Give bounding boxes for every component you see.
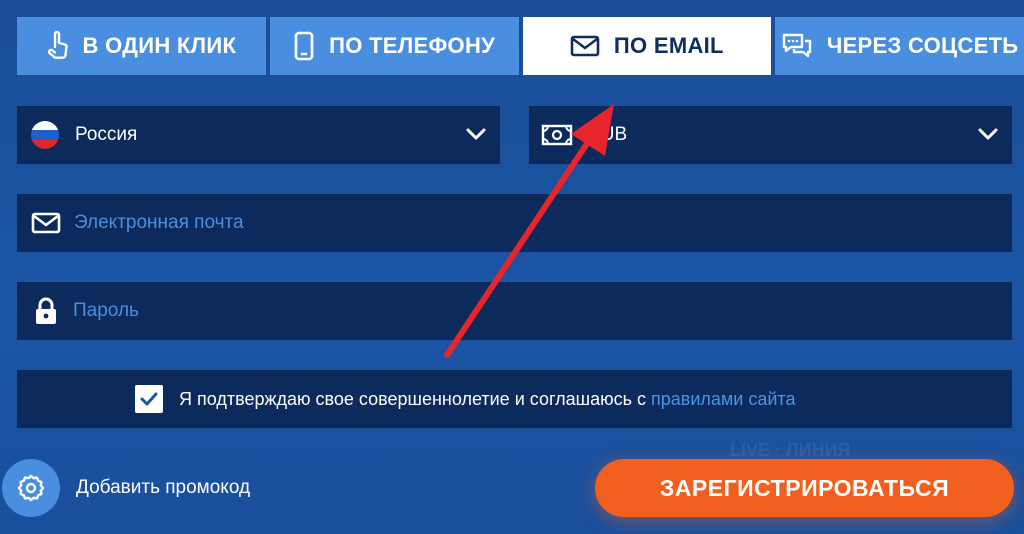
- agree-statement: Я подтверждаю свое совершеннолетие и сог…: [179, 388, 646, 409]
- hand-pointer-icon: [47, 31, 69, 61]
- tab-label: В ОДИН КЛИК: [82, 33, 237, 58]
- background-text: LIVE · ЛИНИЯ: [730, 440, 851, 460]
- agreement-row: Я подтверждаю свое совершеннолетие и сог…: [17, 370, 1012, 428]
- currency-select[interactable]: RUB: [529, 106, 1012, 164]
- tab-label: ПО EMAIL: [613, 33, 724, 58]
- chevron-down-icon: [466, 124, 486, 146]
- lock-icon: [34, 296, 58, 326]
- currency-value: RUB: [587, 124, 628, 145]
- promo-label: Добавить промокод: [76, 477, 251, 498]
- russia-flag-icon: [30, 120, 60, 150]
- banknote-icon: [541, 123, 573, 147]
- annotation-arrow: [444, 104, 614, 358]
- register-button[interactable]: ЗАРЕГИСТРИРОВАТЬСЯ: [595, 459, 1014, 517]
- tab-email[interactable]: ПО EMAIL: [522, 17, 772, 75]
- email-placeholder: Электронная почта: [74, 212, 244, 233]
- chevron-down-icon: [978, 124, 998, 146]
- email-field[interactable]: Электронная почта: [17, 194, 1012, 252]
- gear-icon: [2, 459, 60, 517]
- tab-phone[interactable]: ПО ТЕЛЕФОНУ: [269, 17, 519, 75]
- phone-icon: [293, 31, 315, 61]
- password-placeholder: Пароль: [73, 300, 139, 321]
- agree-checkbox[interactable]: [135, 385, 163, 413]
- agree-text: Я подтверждаю свое совершеннолетие и сог…: [179, 389, 795, 410]
- registration-tabs: В ОДИН КЛИК ПО ТЕЛЕФОНУ ПО EMAIL ЧЕРЕЗ С…: [17, 17, 1024, 75]
- tab-label: ПО ТЕЛЕФОНУ: [329, 33, 496, 58]
- country-value: Россия: [75, 124, 138, 145]
- tab-social[interactable]: ЧЕРЕЗ СОЦСЕТЬ: [775, 17, 1024, 75]
- checkmark-icon: [140, 392, 158, 406]
- password-field[interactable]: Пароль: [17, 282, 1012, 340]
- tab-label: ЧЕРЕЗ СОЦСЕТЬ: [826, 33, 1019, 58]
- tab-one-click[interactable]: В ОДИН КЛИК: [17, 17, 266, 75]
- envelope-icon: [31, 212, 61, 234]
- envelope-icon: [570, 35, 600, 57]
- chat-bubbles-icon: [781, 32, 813, 60]
- add-promo-button[interactable]: Добавить промокод: [2, 459, 250, 517]
- register-label: ЗАРЕГИСТРИРОВАТЬСЯ: [659, 474, 950, 501]
- site-rules-link[interactable]: правилами сайта: [651, 389, 795, 409]
- country-select[interactable]: Россия: [17, 106, 500, 164]
